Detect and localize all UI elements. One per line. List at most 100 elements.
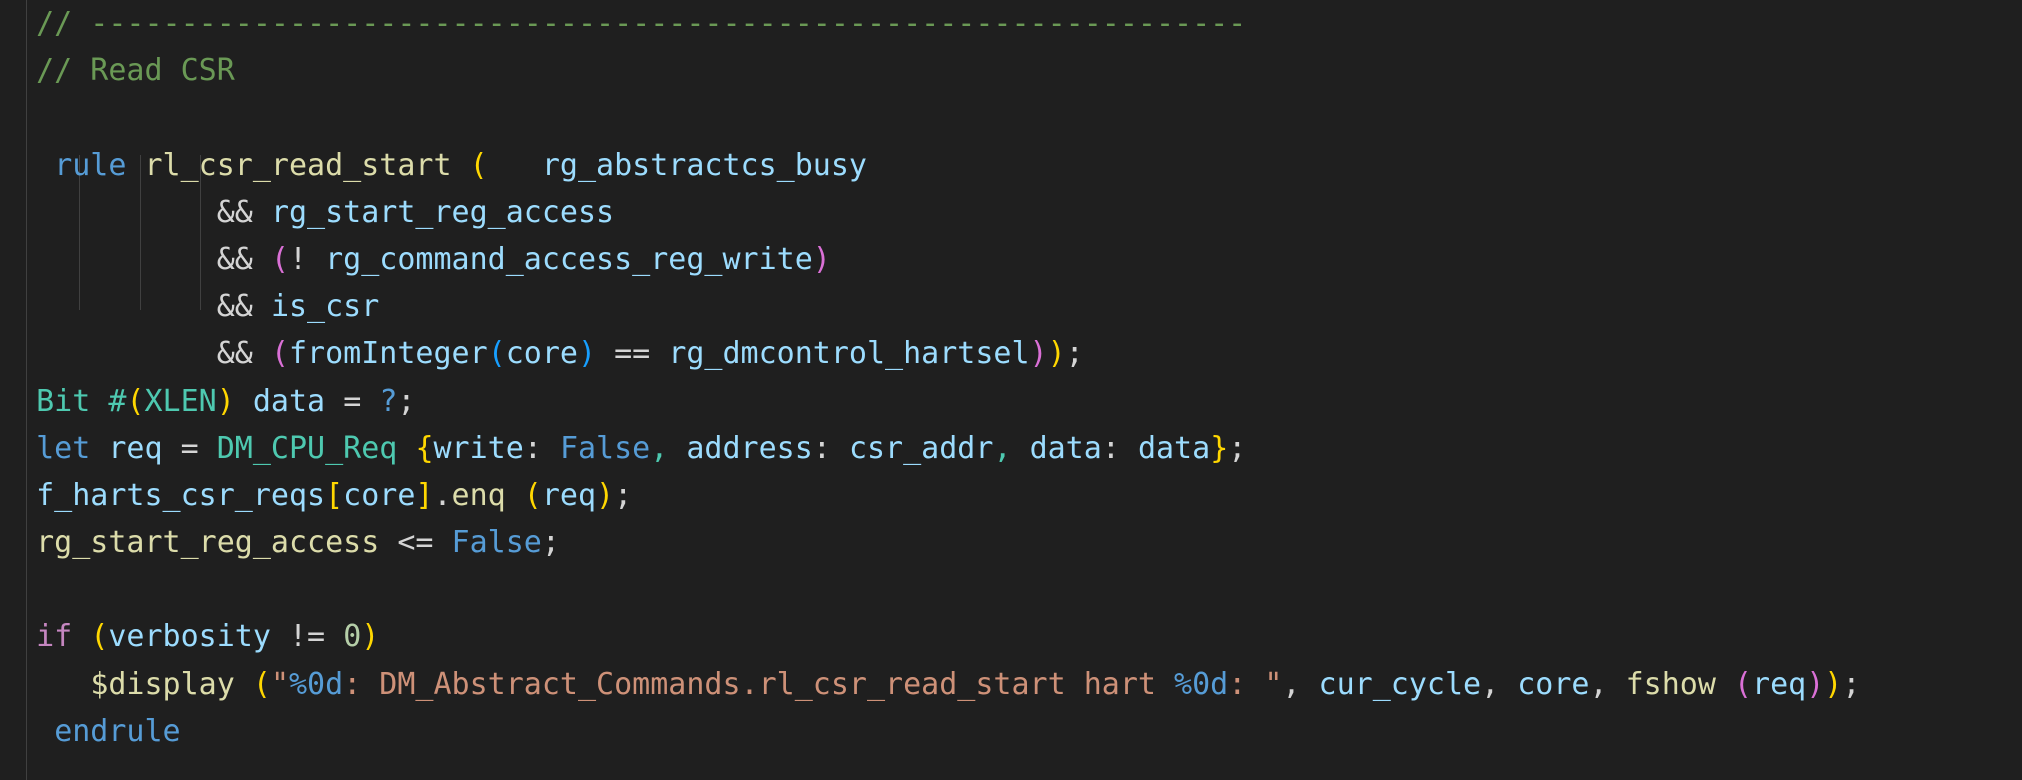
code-token: rg_command_access_reg_write: [325, 241, 813, 277]
code-token: ;: [541, 525, 560, 561]
code-token: ;: [1065, 336, 1084, 372]
code-token: &&: [216, 336, 253, 372]
code-token: endrule: [54, 713, 181, 749]
code-token: (: [270, 241, 289, 277]
code-line[interactable]: f_harts_csr_reqs[core].enq (req);: [0, 472, 2022, 519]
code-token: fromInteger: [289, 336, 488, 372]
code-token: DM_CPU_Req: [216, 430, 398, 466]
code-token: csr_addr: [848, 430, 994, 466]
code-token: !: [289, 241, 308, 277]
code-token: ]: [415, 477, 434, 513]
code-token: }: [1210, 430, 1229, 466]
code-token: =: [343, 383, 362, 419]
code-line[interactable]: [0, 94, 2022, 141]
code-line[interactable]: if (verbosity != 0): [0, 613, 2022, 660]
code-token: [: [325, 477, 344, 513]
code-token: ,: [993, 430, 1012, 466]
code-token: #: [108, 383, 127, 419]
code-token: ): [1806, 666, 1825, 702]
code-token: : DM_Abstract_Commands.rl_csr_read_start…: [343, 666, 1175, 702]
code-token: ): [1047, 336, 1066, 372]
code-token: &&: [216, 289, 253, 325]
code-token: ;: [1842, 666, 1861, 702]
code-token: core: [505, 336, 578, 372]
code-line[interactable]: rule rl_csr_read_start ( rg_abstractcs_b…: [0, 142, 2022, 189]
code-line[interactable]: Bit #(XLEN) data = ?;: [0, 378, 2022, 425]
code-token: ;: [1228, 430, 1247, 466]
code-token: ": [270, 666, 289, 702]
code-token: core: [343, 477, 416, 513]
code-token: ): [812, 241, 831, 277]
code-token: &&: [216, 194, 253, 230]
code-token: data: [252, 383, 326, 419]
code-token: core: [1517, 666, 1590, 702]
code-line[interactable]: let req = DM_CPU_Req {write: False, addr…: [0, 425, 2022, 472]
code-token: ,: [1589, 666, 1608, 702]
code-line[interactable]: && is_csr: [0, 283, 2022, 330]
code-line[interactable]: && (fromInteger(core) == rg_dmcontrol_ha…: [0, 330, 2022, 377]
code-line[interactable]: rg_start_reg_access <= False;: [0, 519, 2022, 566]
code-token: (: [523, 477, 542, 513]
code-token: ): [578, 336, 597, 372]
code-token: req: [1752, 666, 1807, 702]
code-token: (: [270, 336, 289, 372]
code-content[interactable]: // -------------------------------------…: [0, 0, 2022, 755]
code-token: rg_dmcontrol_hartsel: [668, 336, 1030, 372]
code-token: False: [559, 430, 651, 466]
code-token: : ": [1228, 666, 1283, 702]
code-token: (: [1733, 666, 1753, 702]
code-line[interactable]: && (! rg_command_access_reg_write): [0, 236, 2022, 283]
code-token: enq: [451, 477, 506, 513]
code-token: // -------------------------------------…: [36, 6, 1247, 41]
code-token: Bit: [36, 383, 91, 419]
code-line[interactable]: && rg_start_reg_access: [0, 189, 2022, 236]
code-token: <=: [397, 525, 434, 561]
code-editor-viewport[interactable]: // -------------------------------------…: [0, 0, 2022, 780]
code-token: XLEN: [144, 383, 217, 419]
code-line[interactable]: // Read CSR: [0, 47, 2022, 94]
code-token: is_csr: [270, 289, 380, 325]
code-token: rg_start_reg_access: [270, 194, 615, 230]
code-token: (: [252, 666, 271, 702]
code-line[interactable]: // -------------------------------------…: [0, 0, 2022, 47]
code-token: =: [180, 430, 199, 466]
code-token: if: [36, 619, 73, 655]
code-token: address: [686, 430, 813, 466]
code-token: ?: [379, 383, 398, 419]
code-token: (: [469, 147, 488, 183]
code-token: (: [126, 383, 145, 419]
code-line[interactable]: [0, 566, 2022, 613]
code-line[interactable]: endrule: [0, 708, 2022, 755]
code-token: 0: [343, 619, 362, 655]
code-line[interactable]: $display ("%0d: DM_Abstract_Commands.rl_…: [0, 661, 2022, 708]
